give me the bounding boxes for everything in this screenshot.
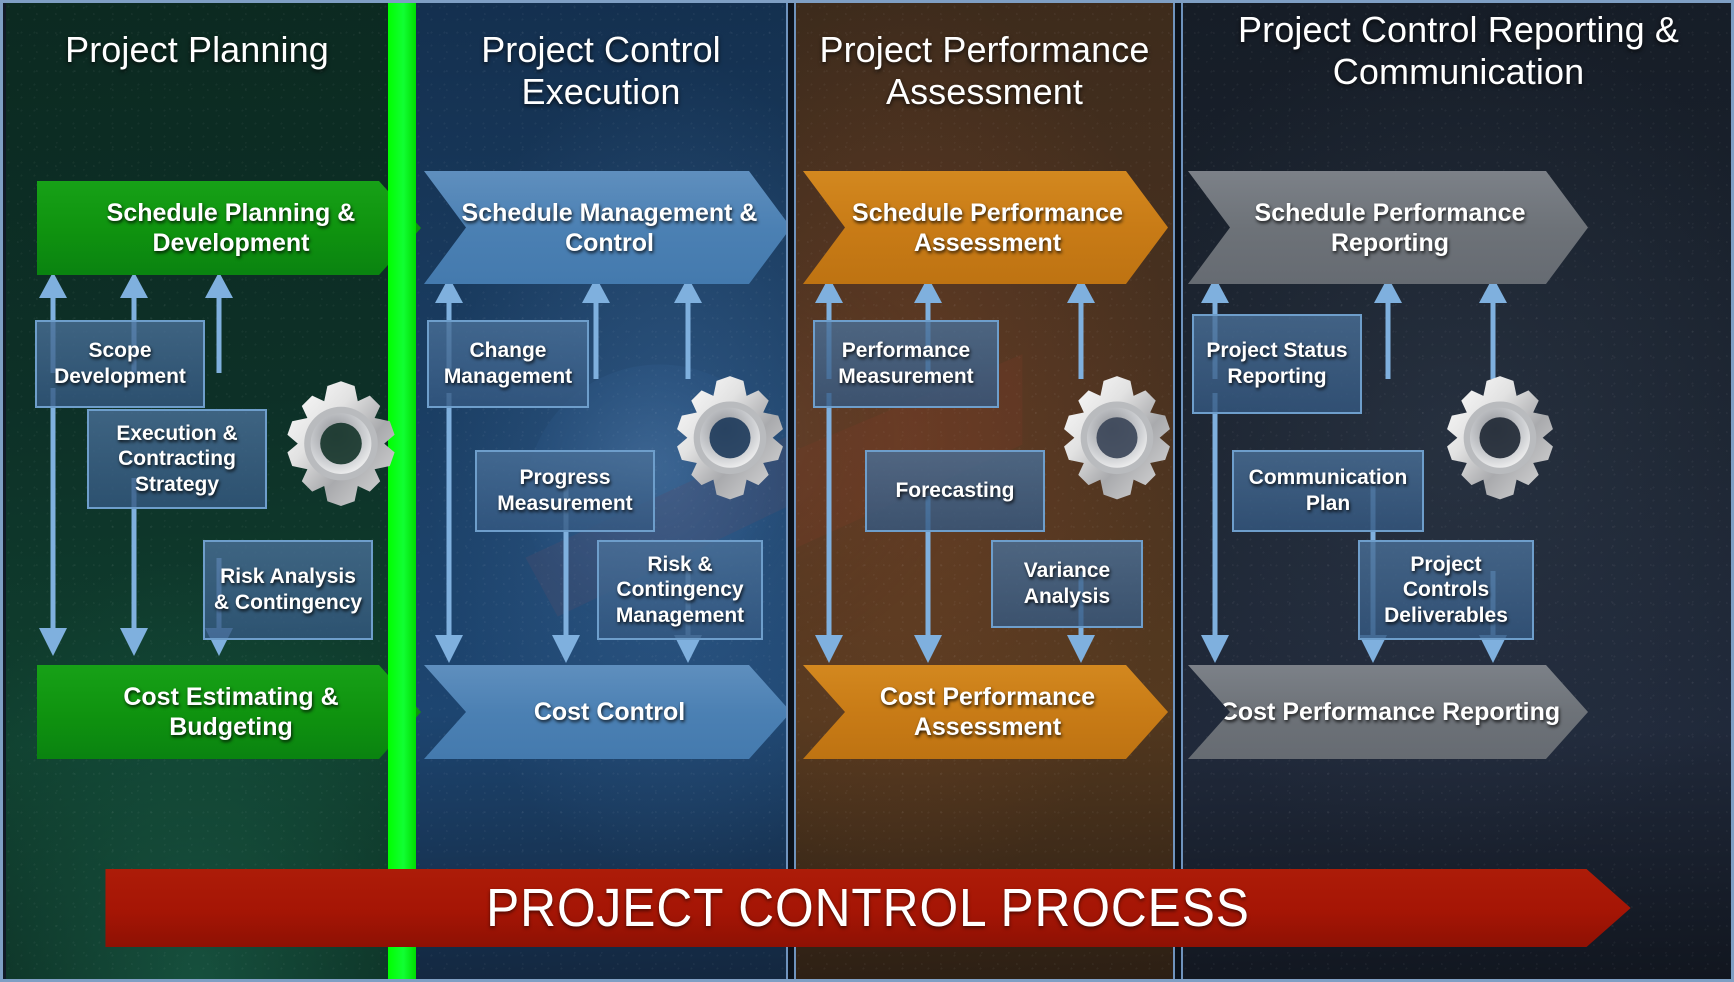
box-communication-plan[interactable]: Communication Plan — [1232, 450, 1424, 532]
box-forecasting[interactable]: Forecasting — [865, 450, 1045, 532]
box-variance-analysis[interactable]: Variance Analysis — [991, 540, 1143, 628]
column-title-project-performance-assessment: Project Performance Assessment — [819, 29, 1150, 112]
process-banner[interactable]: PROJECT CONTROL PROCESS — [105, 869, 1630, 947]
box-scope-development[interactable]: Scope Development — [35, 320, 205, 408]
column-title-project-planning: Project Planning — [65, 29, 329, 70]
box-risk-analysis-contingency[interactable]: Risk Analysis & Contingency — [203, 540, 373, 640]
column-title-project-control-reporting: Project Control Reporting & Communicatio… — [1238, 9, 1679, 92]
process-banner-label: PROJECT CONTROL PROCESS — [486, 878, 1250, 938]
project-control-process-diagram: Project Planning Project Control Executi… — [0, 0, 1734, 982]
bottom-bar-cost-control[interactable]: Cost Control — [424, 665, 791, 759]
top-bar-schedule-planning-development[interactable]: Schedule Planning & Development — [37, 181, 421, 275]
separator-2-3 — [786, 3, 796, 979]
box-progress-measurement[interactable]: Progress Measurement — [475, 450, 655, 532]
box-execution-contracting-strategy[interactable]: Execution & Contracting Strategy — [87, 409, 267, 509]
box-performance-measurement[interactable]: Performance Measurement — [813, 320, 999, 408]
bottom-bar-cost-performance-assessment[interactable]: Cost Performance Assessment — [803, 665, 1168, 759]
column-title-project-control-execution: Project Control Execution — [481, 29, 721, 112]
bottom-bar-cost-estimating-budgeting[interactable]: Cost Estimating & Budgeting — [37, 665, 421, 759]
top-bar-schedule-performance-assessment[interactable]: Schedule Performance Assessment — [803, 171, 1168, 284]
box-risk-contingency-management[interactable]: Risk & Contingency Management — [597, 540, 763, 640]
top-bar-schedule-management-control[interactable]: Schedule Management & Control — [424, 171, 791, 284]
separator-3-4 — [1173, 3, 1183, 979]
bottom-bar-cost-performance-reporting[interactable]: Cost Performance Reporting — [1188, 665, 1588, 759]
box-project-status-reporting[interactable]: Project Status Reporting — [1192, 314, 1362, 414]
box-change-management[interactable]: Change Management — [427, 320, 589, 408]
separator-green — [388, 3, 416, 979]
top-bar-schedule-performance-reporting[interactable]: Schedule Performance Reporting — [1188, 171, 1588, 284]
box-project-controls-deliverables[interactable]: Project Controls Deliverables — [1358, 540, 1534, 640]
